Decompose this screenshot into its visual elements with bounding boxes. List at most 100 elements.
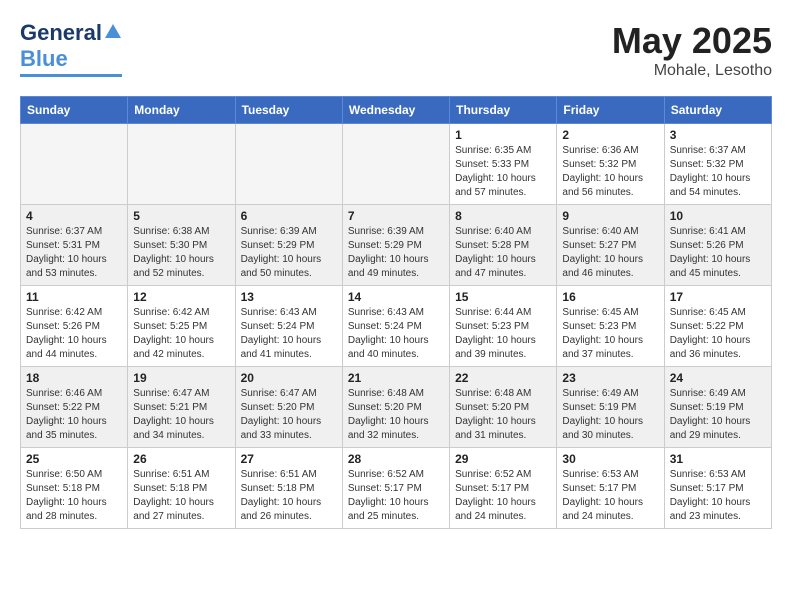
day-number: 4 — [26, 209, 122, 223]
calendar-cell: 21 Sunrise: 6:48 AM Sunset: 5:20 PM Dayli… — [342, 367, 449, 448]
day-info: Sunrise: 6:35 AM Sunset: 5:33 PM Dayligh… — [455, 144, 551, 200]
title-block: May 2025 Mohale, Lesotho — [612, 20, 772, 80]
day-number: 22 — [455, 371, 551, 385]
calendar-cell: 9 Sunrise: 6:40 AM Sunset: 5:27 PM Daylig… — [557, 205, 664, 286]
day-number: 5 — [133, 209, 229, 223]
day-number: 10 — [670, 209, 766, 223]
day-info: Sunrise: 6:53 AM Sunset: 5:17 PM Dayligh… — [670, 468, 766, 524]
calendar-cell: 7Sunrise: 6:39 AM Sunset: 5:29 PM Daylig… — [342, 205, 449, 286]
day-number: 31 — [670, 452, 766, 466]
day-info: Sunrise: 6:40 AM Sunset: 5:27 PM Dayligh… — [562, 225, 658, 281]
calendar-cell: 14 Sunrise: 6:43 AM Sunset: 5:24 PM Dayli… — [342, 286, 449, 367]
logo: General Blue — [20, 20, 122, 77]
calendar-cell: 6Sunrise: 6:39 AM Sunset: 5:29 PM Daylig… — [235, 205, 342, 286]
day-info: Sunrise: 6:51 AM Sunset: 5:18 PM Dayligh… — [241, 468, 337, 524]
day-info: Sunrise: 6:43 AM Sunset: 5:24 PM Dayligh… — [241, 306, 337, 362]
calendar-cell: 18 Sunrise: 6:46 AM Sunset: 5:22 PM Dayli… — [21, 367, 128, 448]
day-number: 3 — [670, 128, 766, 142]
location-subtitle: Mohale, Lesotho — [612, 62, 772, 80]
calendar-cell: 27 Sunrise: 6:51 AM Sunset: 5:18 PM Dayli… — [235, 448, 342, 529]
calendar-week-row: 18 Sunrise: 6:46 AM Sunset: 5:22 PM Dayli… — [21, 367, 772, 448]
calendar-table: SundayMondayTuesdayWednesdayThursdayFrid… — [20, 96, 772, 529]
day-info: Sunrise: 6:43 AM Sunset: 5:24 PM Dayligh… — [348, 306, 444, 362]
day-number: 25 — [26, 452, 122, 466]
calendar-cell: 13 Sunrise: 6:43 AM Sunset: 5:24 PM Dayli… — [235, 286, 342, 367]
day-number: 19 — [133, 371, 229, 385]
logo-general: General — [20, 20, 102, 46]
day-number: 20 — [241, 371, 337, 385]
calendar-week-row: 11Sunrise: 6:42 AM Sunset: 5:26 PM Dayli… — [21, 286, 772, 367]
calendar-week-row: 4 Sunrise: 6:37 AM Sunset: 5:31 PM Daylig… — [21, 205, 772, 286]
calendar-cell: 8 Sunrise: 6:40 AM Sunset: 5:28 PM Daylig… — [450, 205, 557, 286]
calendar-cell: 2 Sunrise: 6:36 AM Sunset: 5:32 PM Daylig… — [557, 124, 664, 205]
calendar-cell — [235, 124, 342, 205]
day-number: 28 — [348, 452, 444, 466]
calendar-cell — [342, 124, 449, 205]
weekday-header-saturday: Saturday — [664, 97, 771, 124]
calendar-cell: 26 Sunrise: 6:51 AM Sunset: 5:18 PM Dayli… — [128, 448, 235, 529]
day-number: 21 — [348, 371, 444, 385]
page-header: General Blue May 2025 Mohale, Lesotho — [20, 20, 772, 80]
calendar-cell: 15 Sunrise: 6:44 AM Sunset: 5:23 PM Dayli… — [450, 286, 557, 367]
calendar-cell: 10 Sunrise: 6:41 AM Sunset: 5:26 PM Dayli… — [664, 205, 771, 286]
calendar-week-row: 25 Sunrise: 6:50 AM Sunset: 5:18 PM Dayli… — [21, 448, 772, 529]
day-number: 30 — [562, 452, 658, 466]
day-info: Sunrise: 6:52 AM Sunset: 5:17 PM Dayligh… — [348, 468, 444, 524]
day-info: Sunrise: 6:50 AM Sunset: 5:18 PM Dayligh… — [26, 468, 122, 524]
day-number: 14 — [348, 290, 444, 304]
day-info: Sunrise: 6:42 AM Sunset: 5:26 PM Dayligh… — [26, 306, 122, 362]
day-number: 2 — [562, 128, 658, 142]
day-info: Sunrise: 6:40 AM Sunset: 5:28 PM Dayligh… — [455, 225, 551, 281]
day-info: Sunrise: 6:51 AM Sunset: 5:18 PM Dayligh… — [133, 468, 229, 524]
day-info: Sunrise: 6:37 AM Sunset: 5:32 PM Dayligh… — [670, 144, 766, 200]
calendar-cell: 19Sunrise: 6:47 AM Sunset: 5:21 PM Dayli… — [128, 367, 235, 448]
day-info: Sunrise: 6:39 AM Sunset: 5:29 PM Dayligh… — [348, 225, 444, 281]
day-info: Sunrise: 6:36 AM Sunset: 5:32 PM Dayligh… — [562, 144, 658, 200]
logo-blue: Blue — [20, 46, 68, 72]
calendar-cell: 20 Sunrise: 6:47 AM Sunset: 5:20 PM Dayli… — [235, 367, 342, 448]
calendar-cell: 17Sunrise: 6:45 AM Sunset: 5:22 PM Dayli… — [664, 286, 771, 367]
day-info: Sunrise: 6:37 AM Sunset: 5:31 PM Dayligh… — [26, 225, 122, 281]
calendar-week-row: 1 Sunrise: 6:35 AM Sunset: 5:33 PM Daylig… — [21, 124, 772, 205]
day-number: 9 — [562, 209, 658, 223]
day-number: 15 — [455, 290, 551, 304]
day-number: 12 — [133, 290, 229, 304]
day-info: Sunrise: 6:49 AM Sunset: 5:19 PM Dayligh… — [562, 387, 658, 443]
day-info: Sunrise: 6:41 AM Sunset: 5:26 PM Dayligh… — [670, 225, 766, 281]
logo-underline — [20, 74, 122, 77]
day-info: Sunrise: 6:44 AM Sunset: 5:23 PM Dayligh… — [455, 306, 551, 362]
calendar-cell — [128, 124, 235, 205]
day-info: Sunrise: 6:48 AM Sunset: 5:20 PM Dayligh… — [348, 387, 444, 443]
weekday-header-monday: Monday — [128, 97, 235, 124]
day-number: 27 — [241, 452, 337, 466]
day-number: 18 — [26, 371, 122, 385]
calendar-cell: 25 Sunrise: 6:50 AM Sunset: 5:18 PM Dayli… — [21, 448, 128, 529]
day-number: 1 — [455, 128, 551, 142]
day-number: 8 — [455, 209, 551, 223]
day-info: Sunrise: 6:46 AM Sunset: 5:22 PM Dayligh… — [26, 387, 122, 443]
calendar-cell: 4 Sunrise: 6:37 AM Sunset: 5:31 PM Daylig… — [21, 205, 128, 286]
weekday-header-wednesday: Wednesday — [342, 97, 449, 124]
day-info: Sunrise: 6:45 AM Sunset: 5:23 PM Dayligh… — [562, 306, 658, 362]
day-info: Sunrise: 6:39 AM Sunset: 5:29 PM Dayligh… — [241, 225, 337, 281]
calendar-cell: 11Sunrise: 6:42 AM Sunset: 5:26 PM Dayli… — [21, 286, 128, 367]
day-number: 26 — [133, 452, 229, 466]
day-info: Sunrise: 6:53 AM Sunset: 5:17 PM Dayligh… — [562, 468, 658, 524]
day-info: Sunrise: 6:47 AM Sunset: 5:20 PM Dayligh… — [241, 387, 337, 443]
calendar-cell: 5Sunrise: 6:38 AM Sunset: 5:30 PM Daylig… — [128, 205, 235, 286]
day-info: Sunrise: 6:49 AM Sunset: 5:19 PM Dayligh… — [670, 387, 766, 443]
day-info: Sunrise: 6:52 AM Sunset: 5:17 PM Dayligh… — [455, 468, 551, 524]
calendar-cell: 22Sunrise: 6:48 AM Sunset: 5:20 PM Dayli… — [450, 367, 557, 448]
logo-icon — [104, 22, 122, 40]
calendar-header-row: SundayMondayTuesdayWednesdayThursdayFrid… — [21, 97, 772, 124]
calendar-cell: 12 Sunrise: 6:42 AM Sunset: 5:25 PM Dayli… — [128, 286, 235, 367]
calendar-cell: 29Sunrise: 6:52 AM Sunset: 5:17 PM Dayli… — [450, 448, 557, 529]
calendar-cell: 16Sunrise: 6:45 AM Sunset: 5:23 PM Dayli… — [557, 286, 664, 367]
day-info: Sunrise: 6:45 AM Sunset: 5:22 PM Dayligh… — [670, 306, 766, 362]
weekday-header-friday: Friday — [557, 97, 664, 124]
day-number: 13 — [241, 290, 337, 304]
day-info: Sunrise: 6:42 AM Sunset: 5:25 PM Dayligh… — [133, 306, 229, 362]
calendar-cell: 1 Sunrise: 6:35 AM Sunset: 5:33 PM Daylig… — [450, 124, 557, 205]
calendar-cell: 23Sunrise: 6:49 AM Sunset: 5:19 PM Dayli… — [557, 367, 664, 448]
calendar-cell — [21, 124, 128, 205]
